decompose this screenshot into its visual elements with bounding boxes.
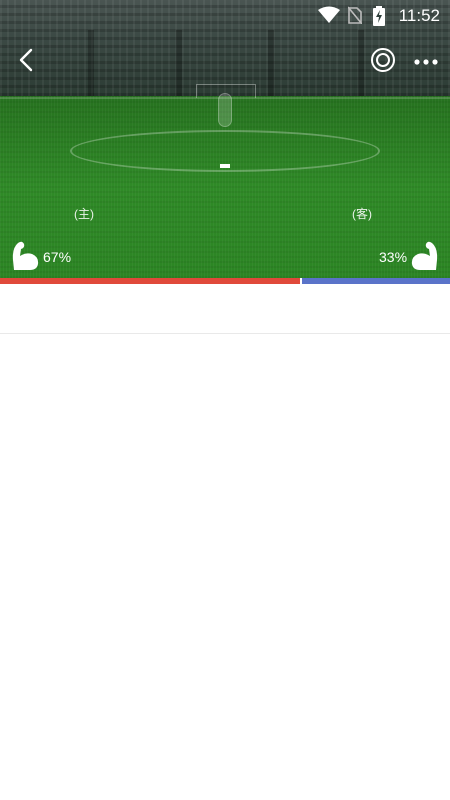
battery-charging-icon [373, 6, 385, 31]
target-icon [369, 46, 397, 79]
back-button[interactable] [8, 44, 44, 80]
stand-divider [268, 30, 274, 96]
back-arrow-icon [18, 48, 34, 77]
more-button[interactable] [408, 44, 444, 80]
stand-divider [88, 30, 94, 96]
stand-divider [358, 30, 364, 96]
more-dots-icon [413, 53, 439, 71]
flexed-arm-icon [410, 240, 440, 275]
status-time: 11:52 [398, 6, 440, 25]
strength-comparison-bar [0, 278, 450, 284]
home-strength-percent: 67% [43, 249, 72, 265]
no-sim-icon [347, 6, 363, 29]
home-strength-fill [0, 278, 300, 284]
away-strength-percent: 33% [379, 249, 408, 265]
stand-divider [176, 30, 182, 96]
away-team-label: (客) [352, 207, 372, 221]
wifi-icon [318, 6, 340, 29]
score-placeholder [220, 164, 230, 168]
home-team-label: (主) [74, 207, 94, 221]
match-header-banner: 11:52 (主) (客) 67% 33% [0, 0, 450, 278]
status-bar: 11:52 [0, 0, 450, 32]
score-indicator-pill [218, 93, 232, 127]
away-strength-fill [302, 278, 450, 284]
home-strength: 67% [10, 240, 71, 274]
content-divider [0, 333, 450, 334]
flexed-arm-icon [10, 240, 40, 275]
away-strength: 33% [379, 240, 440, 274]
target-button[interactable] [365, 44, 401, 80]
